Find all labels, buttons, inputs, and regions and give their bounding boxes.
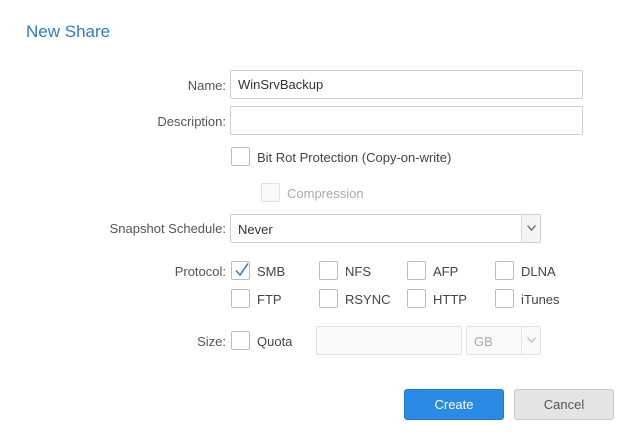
protocol-smb-checkbox[interactable]	[231, 261, 250, 280]
quota-size-input[interactable]	[316, 326, 462, 355]
cancel-button[interactable]: Cancel	[514, 389, 614, 420]
checkmark-icon	[235, 263, 249, 277]
protocol-nfs-checkbox[interactable]	[319, 261, 338, 280]
protocol-smb-label: SMB	[257, 264, 286, 279]
chevron-down-icon	[527, 225, 536, 231]
protocol-nfs-label: NFS	[345, 264, 371, 279]
compression-label: Compression	[287, 186, 364, 201]
quota-unit-select[interactable]: GB	[466, 326, 541, 355]
protocol-label: Protocol:	[174, 264, 226, 279]
protocol-rsync-label: RSYNC	[345, 292, 391, 307]
protocol-afp-checkbox[interactable]	[407, 261, 426, 280]
size-label: Size:	[197, 334, 226, 349]
protocol-ftp-checkbox[interactable]	[231, 289, 250, 308]
quota-unit-dropdown-toggle[interactable]	[521, 327, 540, 354]
name-label: Name:	[187, 78, 226, 93]
snapshot-schedule-value: Never	[238, 222, 273, 237]
bitrot-label: Bit Rot Protection (Copy-on-write)	[257, 150, 452, 165]
dialog-title: New Share	[26, 22, 111, 41]
compression-checkbox[interactable]	[261, 183, 280, 202]
protocol-dlna-checkbox[interactable]	[495, 261, 514, 280]
name-input[interactable]	[230, 70, 583, 99]
snapshot-dropdown-toggle[interactable]	[521, 215, 540, 242]
snapshot-schedule-select[interactable]: Never	[230, 214, 541, 243]
chevron-down-icon	[527, 337, 536, 343]
protocol-itunes-checkbox[interactable]	[495, 289, 514, 308]
protocol-afp-label: AFP	[433, 264, 459, 279]
description-label: Description:	[157, 114, 226, 129]
protocol-itunes-label: iTunes	[521, 292, 560, 307]
snapshot-schedule-label: Snapshot Schedule:	[109, 221, 226, 236]
quota-unit-value: GB	[474, 334, 493, 349]
description-input[interactable]	[230, 106, 583, 135]
bitrot-checkbox[interactable]	[231, 147, 250, 166]
create-button[interactable]: Create	[404, 389, 504, 420]
protocol-rsync-checkbox[interactable]	[319, 289, 338, 308]
quota-label: Quota	[257, 334, 293, 349]
protocol-http-label: HTTP	[433, 292, 467, 307]
protocol-http-checkbox[interactable]	[407, 289, 426, 308]
protocol-ftp-label: FTP	[257, 292, 282, 307]
protocol-dlna-label: DLNA	[521, 264, 556, 279]
quota-checkbox[interactable]	[231, 331, 250, 350]
